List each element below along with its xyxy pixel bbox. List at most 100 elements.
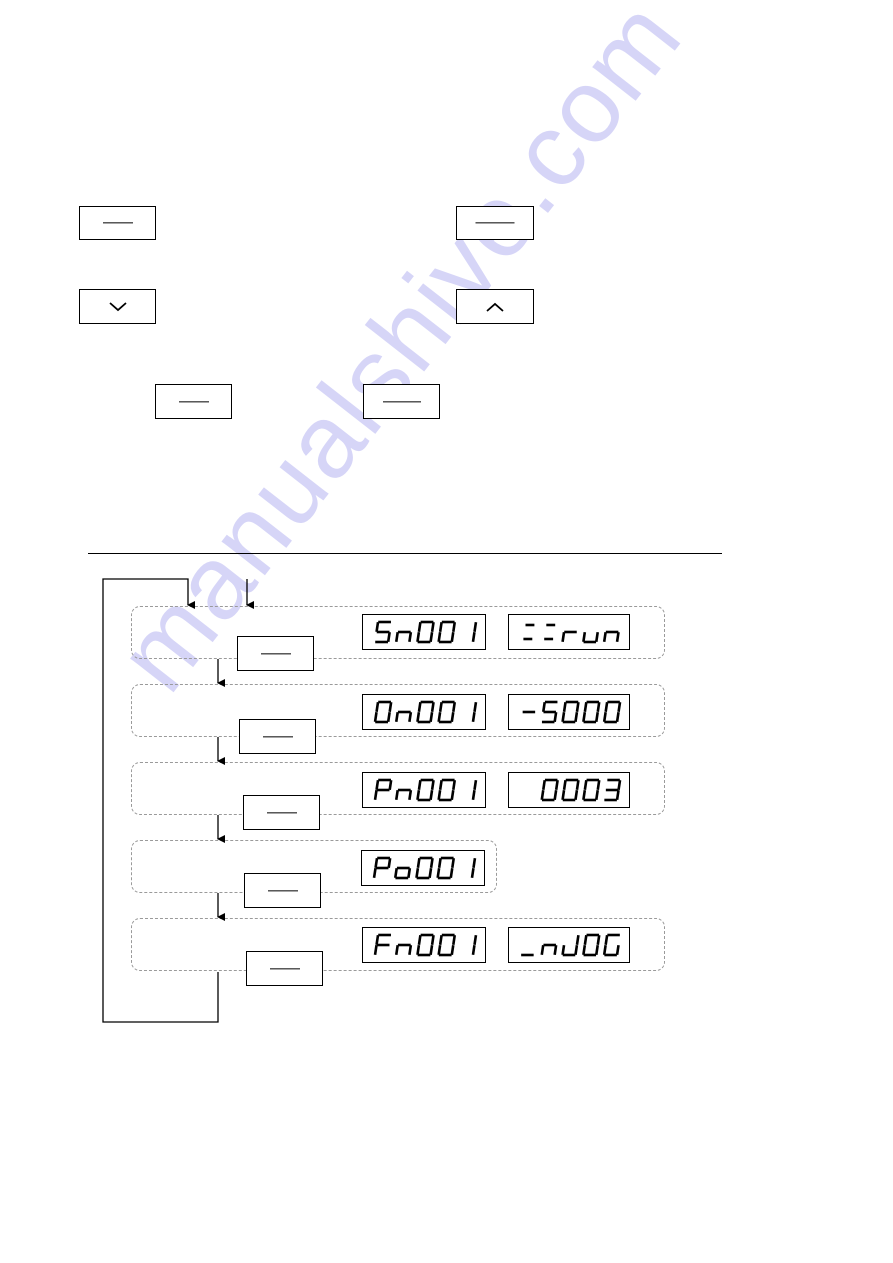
lcd-segment: [472, 858, 477, 868]
lcd-segment: [602, 632, 607, 642]
lcd-segment: [394, 712, 399, 722]
lcd-segment: [473, 622, 478, 632]
lcd-segment: [436, 868, 441, 878]
lcd-segment: [574, 712, 579, 722]
lcd-segment: [417, 935, 422, 945]
lcd-segment: [561, 632, 566, 642]
lcd-segment: [437, 712, 442, 722]
lcd-segment: [452, 935, 457, 945]
lcd-segment: [561, 790, 566, 800]
lcd-segment: [602, 945, 607, 955]
mode-key-button[interactable]: [239, 719, 316, 754]
lcd-segment: [429, 632, 434, 642]
lcd-segment: [451, 858, 456, 868]
blank-label-icon: [262, 735, 293, 738]
lcd-segment: [617, 702, 622, 712]
lcd-segment: [373, 945, 378, 955]
lcd-segment: [604, 935, 609, 945]
lcd-segment: [428, 868, 433, 878]
lcd-segment: [372, 868, 377, 878]
mode-key-button[interactable]: [244, 873, 321, 908]
lcd-segment: [373, 790, 378, 800]
lcd-segment: [471, 632, 476, 642]
lcd-segment: [388, 702, 393, 712]
lcd-segment: [471, 712, 476, 722]
lcd-segment: [373, 712, 378, 722]
lcd-segment: [416, 790, 421, 800]
lcd-code-monitor: [362, 694, 486, 730]
blank-label-icon: [266, 811, 297, 814]
lcd-segment: [438, 702, 443, 712]
lcd-segment: [615, 945, 620, 955]
lcd-segment: [604, 702, 609, 712]
lcd-segment: [388, 780, 393, 790]
lcd-segment: [575, 935, 580, 945]
lcd-segment: [561, 712, 566, 722]
mode-key-button[interactable]: [246, 951, 323, 986]
lcd-segment: [471, 945, 476, 955]
lcd-segment: [375, 935, 380, 945]
lcd-value-status: [508, 614, 630, 650]
blank-label-icon: [269, 967, 300, 970]
lcd-segment: [416, 632, 421, 642]
lcd-segment: [387, 858, 392, 868]
lcd-segment: [438, 935, 443, 945]
lcd-segment: [582, 712, 587, 722]
lcd-segment: [574, 790, 579, 800]
lcd-segment: [416, 858, 421, 868]
lcd-value-monitor: [508, 694, 630, 730]
lcd-segment: [407, 868, 412, 878]
lcd-segment: [430, 935, 435, 945]
lcd-segment: [416, 945, 421, 955]
lcd-segment: [437, 632, 442, 642]
lcd-segment: [386, 632, 391, 642]
mode-key-button[interactable]: [237, 636, 314, 671]
lcd-segment: [553, 712, 558, 722]
lcd-segment: [583, 780, 588, 790]
lcd-segment: [574, 945, 579, 955]
lcd-segment: [470, 868, 475, 878]
lcd-segment: [375, 780, 380, 790]
lcd-segment: [583, 702, 588, 712]
lcd-code-position: [361, 850, 485, 886]
lcd-segment: [594, 632, 600, 642]
lcd-segment: [394, 790, 399, 800]
lcd-segment: [596, 935, 601, 945]
lcd-segment: [375, 702, 380, 712]
lcd-value-function: [508, 927, 630, 963]
lcd-segment: [540, 790, 545, 800]
lcd-segment: [450, 632, 455, 642]
lcd-segment: [540, 945, 545, 955]
lcd-segment: [582, 790, 587, 800]
lcd-segment: [473, 702, 478, 712]
lcd-segment: [583, 935, 588, 945]
lcd-segment: [541, 780, 547, 790]
lcd-segment: [430, 622, 435, 632]
lcd-segment: [417, 702, 422, 712]
lcd-segment: [582, 945, 587, 955]
lcd-segment: [394, 632, 399, 642]
lcd-segment: [594, 790, 600, 800]
lcd-segment: [417, 622, 422, 632]
lcd-code-parameter: [362, 772, 486, 808]
lcd-segment: [386, 712, 391, 722]
lcd-segment: [393, 868, 398, 878]
lcd-segment: [438, 622, 443, 632]
lcd-segment: [429, 858, 434, 868]
lcd-segment: [375, 622, 380, 632]
blank-label-icon: [267, 889, 298, 892]
lcd-segment: [408, 632, 413, 642]
lcd-segment: [553, 945, 558, 955]
lcd-segment: [471, 790, 476, 800]
lcd-segment: [437, 790, 442, 800]
lcd-segment: [473, 780, 478, 790]
lcd-segment: [553, 790, 558, 800]
lcd-segment: [415, 868, 420, 878]
lcd-segment: [450, 712, 455, 722]
lcd-segment: [437, 945, 442, 955]
lcd-segment: [449, 868, 454, 878]
mode-key-button[interactable]: [243, 795, 320, 830]
loop-return-line: [102, 578, 219, 1023]
lcd-segment: [437, 858, 442, 868]
lcd-code-function: [362, 927, 486, 963]
